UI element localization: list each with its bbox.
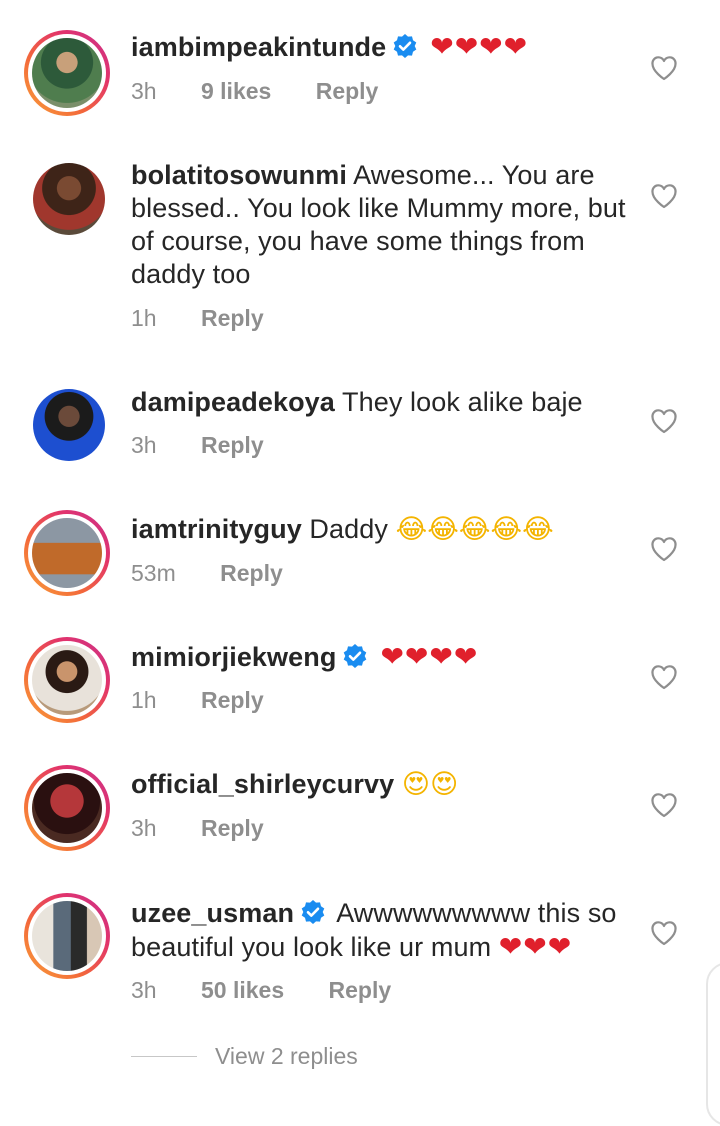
comment-time: 3h xyxy=(131,78,157,104)
comment-text: They look alike baje xyxy=(334,387,583,417)
replies-divider xyxy=(131,1056,197,1057)
comment-emoji: ❤❤❤ xyxy=(498,930,573,963)
comment-username[interactable]: official_shirleycurvy xyxy=(131,769,394,799)
comment-body: damipeadekoya They look alike baje xyxy=(131,386,631,419)
verified-badge-icon xyxy=(301,900,325,924)
avatar[interactable] xyxy=(24,765,110,851)
reply-button[interactable]: Reply xyxy=(220,560,283,587)
comment-meta: 3h Reply xyxy=(131,815,264,842)
comment-time: 1h xyxy=(131,687,157,713)
view-replies-button[interactable]: View 2 replies xyxy=(131,1043,358,1070)
heart-outline-icon[interactable] xyxy=(650,536,678,562)
comment-username[interactable]: iamtrinityguy xyxy=(131,514,302,544)
reply-button[interactable]: Reply xyxy=(201,815,264,842)
verified-badge-icon xyxy=(393,34,417,58)
avatar[interactable] xyxy=(24,30,110,116)
heart-outline-icon[interactable] xyxy=(650,920,678,946)
comment-username[interactable]: mimiorjiekweng xyxy=(131,642,336,672)
comment-emoji: ❤❤❤❤ xyxy=(430,30,529,63)
comment-likes[interactable]: 9 likes xyxy=(201,78,271,105)
comment-emoji: 😍😍 xyxy=(401,769,459,800)
reply-button[interactable]: Reply xyxy=(201,687,264,714)
comment-meta: 53m Reply xyxy=(131,560,283,587)
comment-time: 53m xyxy=(131,560,176,586)
avatar[interactable] xyxy=(33,389,105,461)
view-replies-label: View 2 replies xyxy=(215,1043,358,1069)
comment-username[interactable]: iambimpeakintunde xyxy=(131,32,386,62)
avatar[interactable] xyxy=(33,163,105,235)
comment-text xyxy=(394,769,402,799)
comment-body: iamtrinityguy Daddy 😂😂😂😂😂 xyxy=(131,513,631,546)
comment-username[interactable]: uzee_usman xyxy=(131,898,294,928)
avatar[interactable] xyxy=(24,510,110,596)
comment-emoji: 😂😂😂😂😂 xyxy=(395,514,554,545)
partial-card-edge xyxy=(706,962,720,1126)
comment-meta: 3h 50 likes Reply xyxy=(131,977,391,1004)
comment-text: Daddy xyxy=(301,514,396,544)
verified-badge-icon xyxy=(344,644,367,668)
comment-username[interactable]: damipeadekoya xyxy=(131,387,335,417)
reply-button[interactable]: Reply xyxy=(201,305,264,332)
heart-outline-icon[interactable] xyxy=(650,55,678,81)
heart-outline-icon[interactable] xyxy=(650,183,678,209)
comment-meta: 3h Reply xyxy=(131,432,264,459)
avatar[interactable] xyxy=(24,637,110,723)
heart-outline-icon[interactable] xyxy=(650,792,678,818)
reply-button[interactable]: Reply xyxy=(201,432,264,459)
avatar[interactable] xyxy=(24,893,110,979)
heart-outline-icon[interactable] xyxy=(650,408,678,434)
comment-time: 1h xyxy=(131,305,157,331)
comment-body: official_shirleycurvy 😍😍 xyxy=(131,768,631,801)
comment-likes[interactable]: 50 likes xyxy=(201,977,284,1004)
comment-meta: 3h 9 likes Reply xyxy=(131,78,378,105)
comment-body: mimiorjiekweng ❤❤❤❤ xyxy=(131,640,631,674)
comment-body: uzee_usman Awwwwwwwww this so beautiful … xyxy=(131,897,631,964)
comment-emoji: ❤❤❤❤ xyxy=(380,640,479,673)
comment-meta: 1h Reply xyxy=(131,687,264,714)
comment-username[interactable]: bolatitosowunmi xyxy=(131,160,347,190)
comment-time: 3h xyxy=(131,977,157,1003)
comment-body: bolatitosowunmi Awesome... You are bless… xyxy=(131,159,631,291)
reply-button[interactable]: Reply xyxy=(316,78,379,105)
comment-meta: 1h Reply xyxy=(131,305,264,332)
reply-button[interactable]: Reply xyxy=(329,977,392,1004)
comment-time: 3h xyxy=(131,815,157,841)
heart-outline-icon[interactable] xyxy=(650,664,678,690)
comment-body: iambimpeakintunde ❤❤❤❤ xyxy=(131,30,631,64)
comment-time: 3h xyxy=(131,432,157,458)
